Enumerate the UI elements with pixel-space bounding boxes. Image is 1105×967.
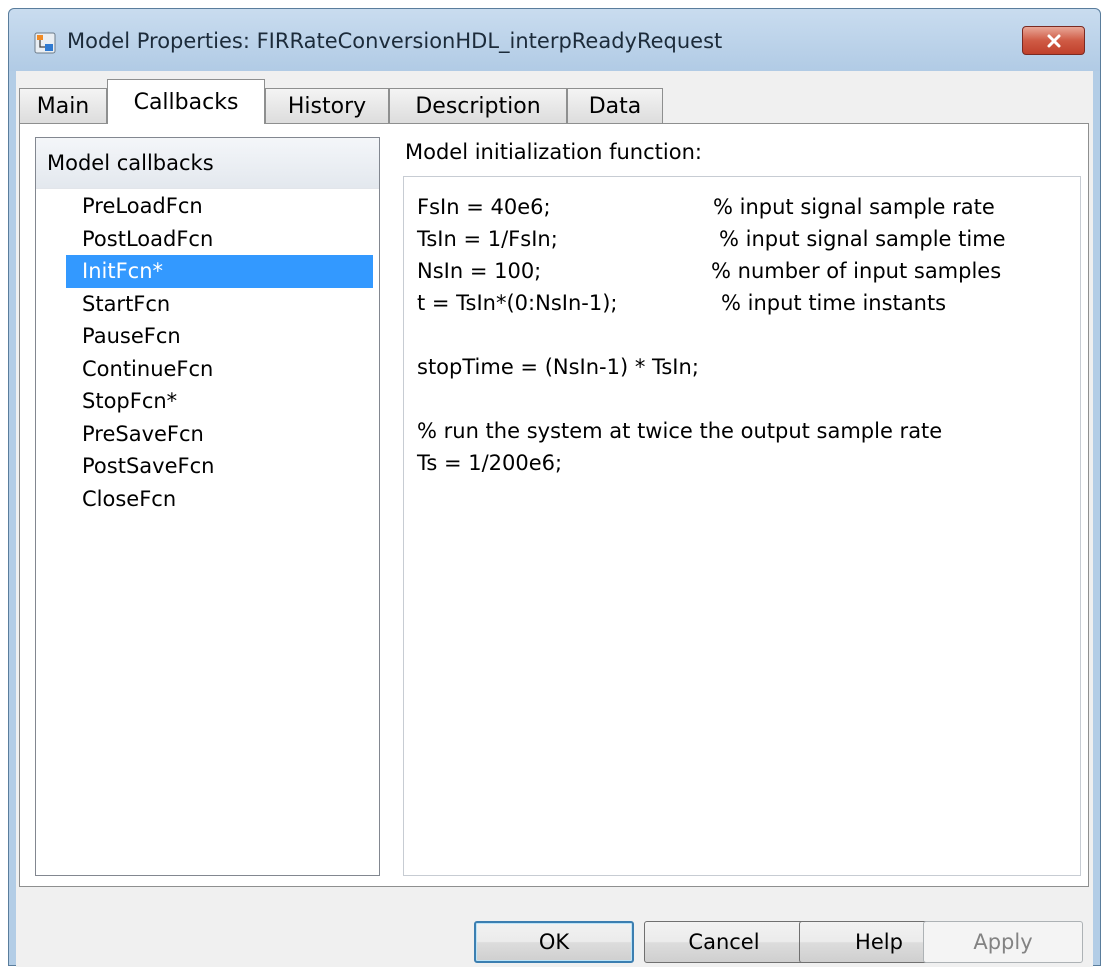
cancel-button[interactable]: Cancel	[644, 921, 804, 963]
window-title: Model Properties: FIRRateConversionHDL_i…	[67, 29, 723, 53]
init-function-editor[interactable]: FsIn = 40e6; % input signal sample rate …	[403, 176, 1081, 876]
tab-history[interactable]: History	[265, 88, 389, 124]
model-callbacks-list[interactable]: Model callbacks PreLoadFcn PostLoadFcn I…	[35, 137, 380, 876]
code-line: t = TsIn*(0:NsIn-1);	[417, 291, 618, 315]
close-button[interactable]	[1022, 26, 1085, 55]
simulink-model-icon	[34, 32, 56, 54]
callback-item-preloadfcn[interactable]: PreLoadFcn	[66, 190, 373, 223]
code-line: NsIn = 100;	[417, 259, 542, 283]
callback-item-initfcn[interactable]: InitFcn*	[66, 255, 373, 288]
callback-item-startfcn[interactable]: StartFcn	[66, 288, 373, 321]
dialog-client-area: Main Callbacks History Description Data …	[16, 71, 1093, 967]
tab-main[interactable]: Main	[19, 88, 107, 124]
code-line: % run the system at twice the output sam…	[417, 419, 943, 443]
function-editor-label: Model initialization function:	[405, 140, 702, 164]
callback-item-continuefcn[interactable]: ContinueFcn	[66, 353, 373, 386]
code-line: Ts = 1/200e6;	[417, 451, 563, 475]
close-icon	[1047, 34, 1060, 47]
model-properties-dialog: Model Properties: FIRRateConversionHDL_i…	[8, 8, 1101, 967]
callback-item-stopfcn[interactable]: StopFcn*	[66, 385, 373, 418]
callback-item-postloadfcn[interactable]: PostLoadFcn	[66, 223, 373, 256]
model-callbacks-header: Model callbacks	[36, 138, 379, 189]
tab-callbacks[interactable]: Callbacks	[107, 79, 265, 124]
code-comment: % input signal sample rate	[713, 195, 995, 219]
callback-item-closefcn[interactable]: CloseFcn	[66, 483, 373, 516]
callback-item-postsavefcn[interactable]: PostSaveFcn	[66, 450, 373, 483]
code-line: FsIn = 40e6;	[417, 195, 551, 219]
tab-description[interactable]: Description	[389, 88, 567, 124]
code-line: TsIn = 1/FsIn;	[417, 227, 558, 251]
callback-item-presavefcn[interactable]: PreSaveFcn	[66, 418, 373, 451]
apply-button[interactable]: Apply	[923, 921, 1083, 963]
title-bar[interactable]: Model Properties: FIRRateConversionHDL_i…	[9, 9, 1100, 71]
callback-item-pausefcn[interactable]: PauseFcn	[66, 320, 373, 353]
ok-button[interactable]: OK	[474, 921, 634, 963]
callbacks-tab-panel: Model callbacks PreLoadFcn PostLoadFcn I…	[19, 123, 1089, 887]
code-comment: % input time instants	[721, 291, 947, 315]
code-comment: % number of input samples	[711, 259, 1002, 283]
code-comment: % input signal sample time	[719, 227, 1006, 251]
tab-data[interactable]: Data	[567, 88, 663, 124]
code-line: stopTime = (NsIn-1) * TsIn;	[417, 355, 699, 379]
